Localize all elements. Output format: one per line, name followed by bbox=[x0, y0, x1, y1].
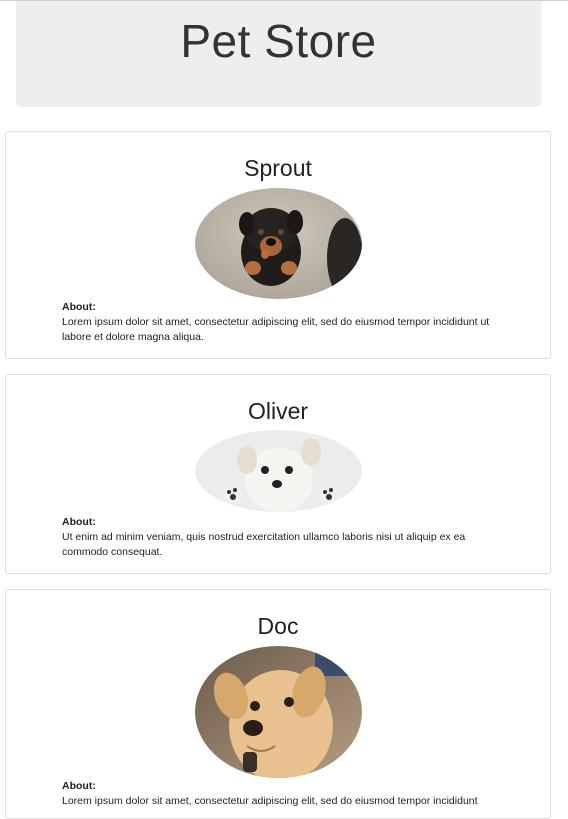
golden-puppy-photo bbox=[194, 646, 362, 778]
about-section: About: Lorem ipsum dolor sit amet, conse… bbox=[62, 300, 502, 345]
about-text: Ut enim ad minim veniam, quis nostrud ex… bbox=[62, 531, 466, 558]
pet-photo bbox=[194, 188, 362, 299]
about-text: Lorem ipsum dolor sit amet, consectetur … bbox=[62, 795, 478, 807]
pet-card: Oliver About: Ut enim ad minim veniam, q… bbox=[5, 374, 551, 574]
page-title: Pet Store bbox=[180, 15, 377, 67]
about-section: About: Lorem ipsum dolor sit amet, conse… bbox=[62, 779, 502, 809]
about-text: Lorem ipsum dolor sit amet, consectetur … bbox=[62, 316, 490, 343]
pet-photo bbox=[194, 430, 362, 512]
pet-name: Sprout bbox=[244, 155, 312, 181]
rottweiler-puppy-photo bbox=[194, 188, 362, 299]
pet-card: Doc About: Lorem ipsum dolor sit amet, c… bbox=[5, 589, 551, 819]
white-puppy-photo bbox=[194, 430, 362, 512]
about-label: About: bbox=[62, 780, 96, 792]
pet-name: Oliver bbox=[247, 398, 309, 424]
about-label: About: bbox=[62, 516, 96, 528]
about-label: About: bbox=[62, 301, 96, 313]
about-section: About: Ut enim ad minim veniam, quis nos… bbox=[62, 515, 502, 560]
pet-name: Doc bbox=[257, 613, 299, 639]
header-banner: Pet Store bbox=[16, 1, 541, 107]
pet-photo bbox=[194, 646, 362, 778]
pet-card: Sprout About: Lorem ipsum dolor sit amet… bbox=[5, 131, 551, 359]
